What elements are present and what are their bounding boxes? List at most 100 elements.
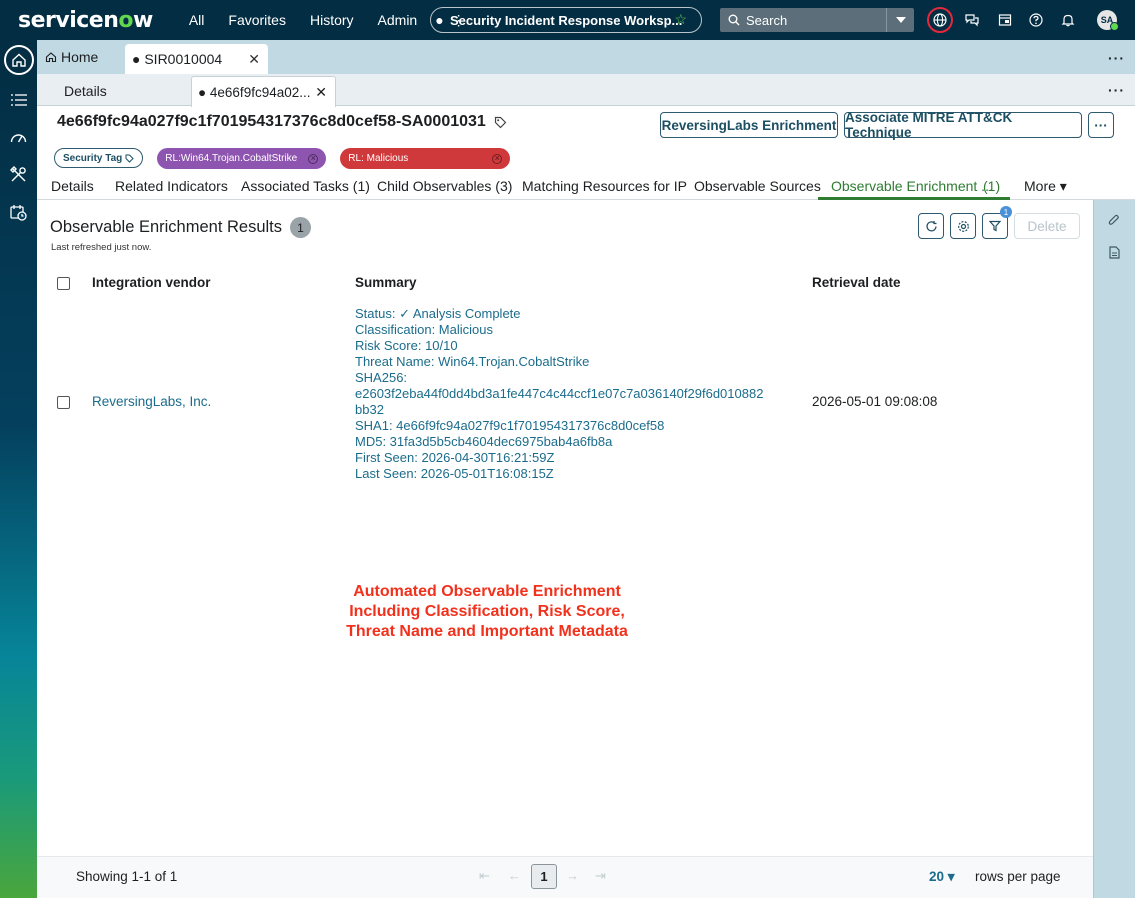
nav-favorites[interactable]: Favorites xyxy=(216,0,298,40)
tab-details[interactable]: Details xyxy=(64,83,107,99)
tab-child-observables[interactable]: Child Observables (3) xyxy=(377,178,512,194)
home-icon xyxy=(45,52,57,63)
associate-mitre-button[interactable]: Associate MITRE ATT&CK Technique xyxy=(844,110,1082,140)
scratchpad-icon[interactable] xyxy=(997,12,1013,28)
previous-page-icon[interactable]: ← xyxy=(508,868,521,883)
reversinglabs-enrichment-button[interactable]: ReversingLabs Enrichment xyxy=(660,112,838,138)
delete-button[interactable]: Delete xyxy=(1014,213,1080,239)
chat-icon[interactable] xyxy=(964,12,980,28)
rows-per-page-select[interactable]: 20 ▾ xyxy=(929,869,955,885)
summary-line-first-seen: First Seen: 2026-04-30T16:21:59Z xyxy=(355,450,555,465)
record-title: 4e66f9fc94a027f9c1f701954317376c8d0cef58… xyxy=(57,113,507,131)
chevron-down-icon xyxy=(895,17,906,23)
workspace-name: Security Incident Response Worksp... xyxy=(450,12,683,28)
tag-chip-cobaltstrike[interactable]: RL:Win64.Trojan.CobaltStrike × xyxy=(157,148,327,169)
summary-cell[interactable]: Status: ✓ Analysis Complete Classificati… xyxy=(355,306,775,482)
user-avatar[interactable]: SA xyxy=(1097,10,1119,31)
settings-button[interactable] xyxy=(950,213,976,239)
vendor-link[interactable]: ReversingLabs, Inc. xyxy=(92,394,211,409)
annotation-callout: Automated Observable Enrichment Includin… xyxy=(287,582,687,642)
tab-observable-enrichment[interactable]: Observable Enrichment ... xyxy=(831,178,993,194)
summary-line-sha256-value: e2603f2eba44f0dd4bd3a1fe447c4c44ccf1e07c… xyxy=(355,386,764,401)
logo-text-o: o xyxy=(118,7,133,33)
calendar-clock-icon[interactable] xyxy=(8,202,29,223)
workspace-tab-strip: Home ● SIR0010004 ✕ ··· xyxy=(37,40,1135,74)
summary-line-last-seen: Last Seen: 2026-05-01T16:08:15Z xyxy=(355,466,554,481)
column-header-summary[interactable]: Summary xyxy=(355,275,417,290)
language-globe-button[interactable] xyxy=(927,7,953,33)
tab-more[interactable]: More ▾ xyxy=(1024,178,1067,195)
subtab-strip-more-menu[interactable]: ··· xyxy=(1108,82,1125,98)
showing-count: Showing 1-1 of 1 xyxy=(76,869,178,884)
search-icon xyxy=(728,14,740,26)
workspace-selector[interactable]: Security Incident Response Worksp... ☆ xyxy=(430,7,702,33)
record-subtab-strip: Details ● 4e66f9fc94a02... ✕ ··· xyxy=(37,74,1135,107)
search-placeholder: Search xyxy=(746,12,788,28)
remove-tag-icon[interactable]: × xyxy=(308,153,319,164)
tab-strip-more-menu[interactable]: ··· xyxy=(1108,50,1125,66)
tab-observable-label: ● 4e66f9fc94a02... xyxy=(198,84,311,100)
dashboard-gauge-icon[interactable] xyxy=(8,126,29,147)
refresh-button[interactable] xyxy=(918,213,944,239)
notifications-bell-icon[interactable] xyxy=(1060,12,1076,28)
tag-chip-malicious[interactable]: RL: Malicious × xyxy=(340,148,511,169)
annotation-line-3: Threat Name and Important Metadata xyxy=(346,623,628,640)
security-tag-button[interactable]: Security Tag xyxy=(54,148,144,168)
global-search-input[interactable]: Search xyxy=(720,8,886,32)
nav-history[interactable]: History xyxy=(298,0,366,40)
summary-line-sha1: SHA1: 4e66f9fc94a027f9c1f701954317376c8d… xyxy=(355,418,665,433)
current-page[interactable]: 1 xyxy=(531,864,557,889)
filter-icon xyxy=(989,220,1001,232)
filter-count-badge: 1 xyxy=(1000,206,1012,218)
last-page-icon[interactable]: ⇥ xyxy=(595,868,606,884)
servicenow-logo[interactable]: servicenow xyxy=(18,8,153,33)
record-more-actions-button[interactable]: ··· xyxy=(1088,112,1114,138)
enrichment-results-panel: Observable Enrichment Results 1 Last ref… xyxy=(37,200,1093,898)
annotation-line-2: Including Classification, Risk Score, xyxy=(349,603,625,620)
row-select-checkbox[interactable] xyxy=(57,396,70,409)
search-scope-dropdown[interactable] xyxy=(886,8,914,32)
select-all-checkbox[interactable] xyxy=(57,277,70,290)
column-header-retrieval-date[interactable]: Retrieval date xyxy=(812,275,901,290)
next-page-icon[interactable]: → xyxy=(566,868,579,883)
home-icon[interactable] xyxy=(4,45,34,75)
favorite-star-icon[interactable]: ☆ xyxy=(674,11,687,28)
nav-admin[interactable]: Admin xyxy=(366,0,430,40)
rows-per-page-label: rows per page xyxy=(975,869,1061,884)
globe-icon xyxy=(933,13,947,27)
tab-sir-record[interactable]: ● SIR0010004 ✕ xyxy=(125,44,268,74)
column-header-vendor[interactable]: Integration vendor xyxy=(92,275,211,290)
tag-chip-label: RL:Win64.Trojan.CobaltStrike xyxy=(165,153,298,164)
summary-line-classification: Classification: Malicious xyxy=(355,322,493,337)
panel-title: Observable Enrichment Results 1 xyxy=(50,217,312,238)
tab-home[interactable]: Home xyxy=(45,49,98,65)
tag-icon[interactable] xyxy=(494,116,507,129)
logo-text-prefix: servicen xyxy=(18,7,119,33)
tools-icon[interactable] xyxy=(8,164,29,185)
tab-matching-resources[interactable]: Matching Resources for IP xyxy=(522,178,687,194)
tag-icon xyxy=(125,154,134,163)
first-page-icon[interactable]: ⇤ xyxy=(479,868,490,884)
summary-line-md5: MD5: 31fa3d5b5cb4604dec6975bab4a6fb8a xyxy=(355,434,613,449)
logo-text-suffix: w xyxy=(133,7,153,33)
close-icon[interactable]: ✕ xyxy=(248,51,260,68)
tab-observable-sources[interactable]: Observable Sources xyxy=(694,178,821,194)
remove-tag-icon[interactable]: × xyxy=(492,153,503,164)
close-icon[interactable]: ✕ xyxy=(315,84,327,101)
left-navigation-rail xyxy=(0,40,37,898)
summary-line-risk-score: Risk Score: 10/10 xyxy=(355,338,458,353)
tab-home-label: Home xyxy=(61,49,99,65)
nav-all[interactable]: All xyxy=(177,0,217,40)
list-icon[interactable] xyxy=(8,89,29,110)
tab-observable[interactable]: ● 4e66f9fc94a02... ✕ xyxy=(191,76,336,107)
filter-button[interactable]: 1 xyxy=(982,206,1012,239)
help-icon[interactable] xyxy=(1028,12,1044,28)
primary-nav: All Favorites History Admin xyxy=(177,0,429,40)
summary-line-threat-name: Threat Name: Win64.Trojan.CobaltStrike xyxy=(355,354,590,369)
attachment-paperclip-icon[interactable] xyxy=(1107,213,1121,227)
tab-associated-tasks[interactable]: Associated Tasks (1) xyxy=(241,178,370,194)
tab-details[interactable]: Details xyxy=(51,178,94,194)
annotation-line-1: Automated Observable Enrichment xyxy=(353,583,621,600)
tab-related-indicators[interactable]: Related Indicators xyxy=(115,178,228,194)
document-icon[interactable] xyxy=(1107,245,1121,259)
